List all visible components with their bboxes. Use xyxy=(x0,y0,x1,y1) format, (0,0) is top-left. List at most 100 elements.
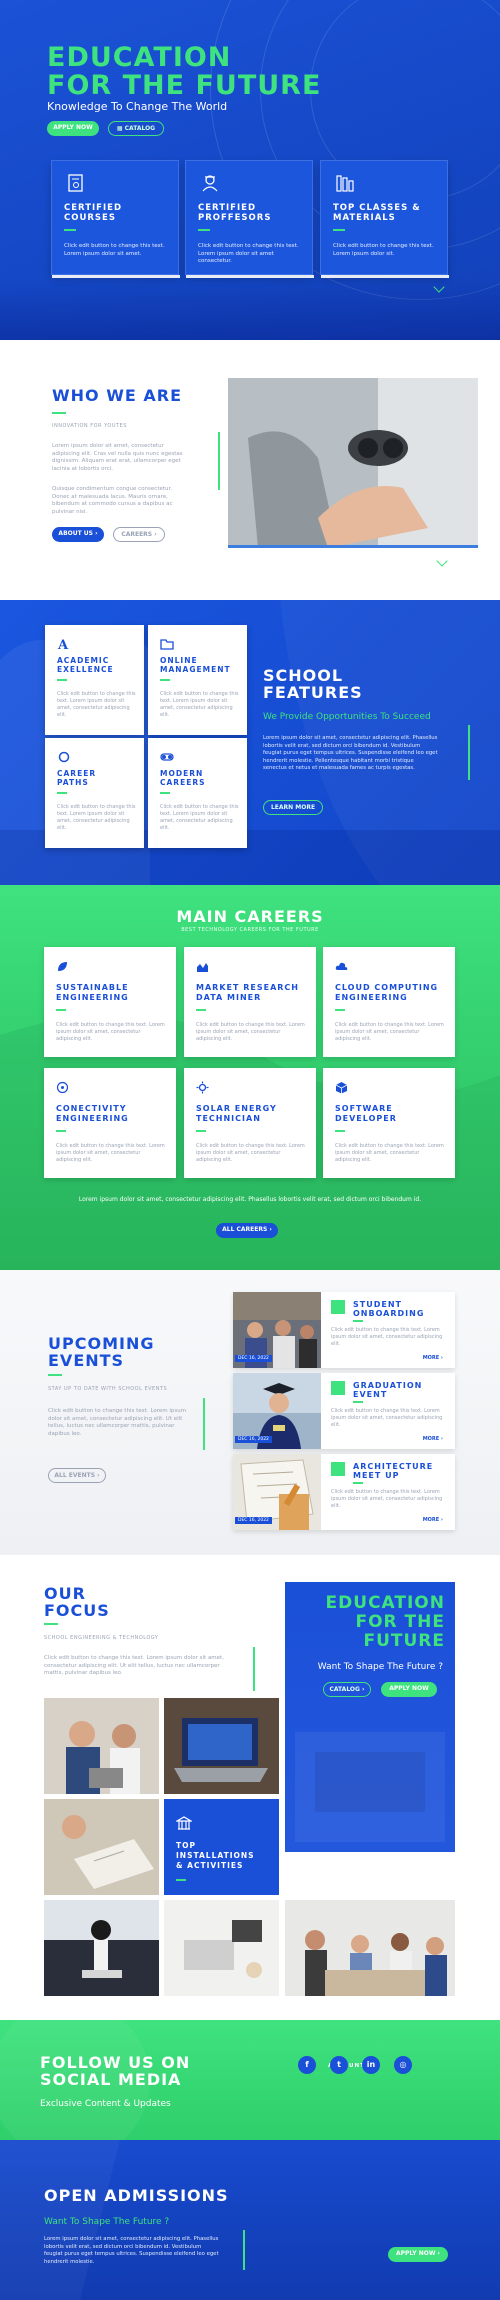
follow-us-section: FOLLOW US ON SOCIAL MEDIA Exclusive Conte… xyxy=(0,2020,500,2140)
hero-card-title: CERTIFIED PROFFESORS xyxy=(198,203,272,223)
sun-icon xyxy=(196,1081,209,1094)
accent-bar xyxy=(353,1482,363,1484)
chevron-down-icon[interactable] xyxy=(436,555,448,567)
accent-bar xyxy=(56,1009,66,1011)
career-card-sustainable[interactable]: SUSTAINABLE ENGINEERING Click edit button… xyxy=(44,947,176,1057)
careers-title: MAIN CAREERS xyxy=(176,907,324,926)
hero-card-desc: Click edit button to change this text. Lo… xyxy=(333,243,434,257)
event-card-architecture[interactable]: DEC 16, 2022 ARCHITECTURE MEET UP Click e… xyxy=(233,1454,455,1530)
our-focus-section: OUR FOCUS SCHOOL ENGINEERING & TECHNOLOGY… xyxy=(0,1555,500,2020)
event-desc: Click edit button to change this text. L… xyxy=(331,1489,443,1509)
admissions-description: Lorem ipsum dolor sit amet, consectetur … xyxy=(44,2236,219,2265)
career-card-cloud[interactable]: CLOUD COMPUTING ENGINEERING Click edit bu… xyxy=(323,947,455,1057)
twitter-icon[interactable]: t xyxy=(330,2056,348,2074)
event-more-link[interactable]: MORE › xyxy=(423,1355,443,1361)
apply-now-button[interactable]: APPLY NOW xyxy=(47,121,99,136)
focus-title: OUR FOCUS xyxy=(44,1584,110,1620)
accent-bar xyxy=(333,229,345,231)
focus-photo-students-laptop xyxy=(44,1698,159,1794)
event-desc: Click edit button to change this text. L… xyxy=(331,1327,443,1347)
feature-card-desc: Click edit button to change this text. L… xyxy=(57,804,136,831)
who-title: WHO WE ARE xyxy=(52,386,182,405)
hero-subtitle: Knowledge To Change The World xyxy=(47,100,228,113)
event-card-onboarding[interactable]: DEC 16, 2022 STUDENT ONBOARDING Click edi… xyxy=(233,1292,455,1368)
accent-bar xyxy=(353,1320,363,1322)
focus-photo-microscope xyxy=(44,1900,159,1996)
all-events-button[interactable]: ALL EVENTS › xyxy=(48,1468,106,1483)
divider-line xyxy=(218,432,220,490)
hero-title: EDUCATION FOR THE FUTURE xyxy=(47,44,321,100)
hero-card-title: CERTIFIED COURSES xyxy=(64,203,122,223)
installations-title: TOP INSTALLATIONS & ACTIVITIES xyxy=(176,1841,255,1870)
career-card-solar[interactable]: SOLAR ENERGY TECHNICIAN Click edit button… xyxy=(184,1068,316,1178)
catalog-button[interactable]: ▦ CATALOG xyxy=(108,121,164,136)
about-us-button[interactable]: ABOUT US › xyxy=(52,527,104,542)
divider-line xyxy=(243,2230,245,2270)
event-more-link[interactable]: MORE › xyxy=(423,1436,443,1442)
accent-bar xyxy=(176,1879,186,1881)
career-card-title: SOFTWARE DEVELOPER xyxy=(335,1104,397,1123)
hero-card-professors[interactable]: CERTIFIED PROFFESORS Click edit button to… xyxy=(185,160,314,278)
card-underline xyxy=(321,275,449,278)
accent-bar xyxy=(160,679,170,681)
toggle-icon xyxy=(160,753,174,761)
divider-line xyxy=(203,1398,205,1450)
promo-catalog-button[interactable]: CATALOG › xyxy=(323,1682,371,1697)
calendar-icon xyxy=(331,1300,345,1314)
learn-more-button[interactable]: LEARN MORE xyxy=(263,800,323,815)
career-card-desc: Click edit button to change this text. L… xyxy=(56,1022,165,1042)
instagram-icon[interactable]: ◎ xyxy=(394,2056,412,2074)
divider-line xyxy=(468,725,470,780)
hero-card-desc: Click edit button to change this text. Lo… xyxy=(198,243,299,264)
focus-photo-desk xyxy=(164,1900,279,1996)
cube-icon xyxy=(335,1082,348,1094)
feature-card-title: CAREER PATHS xyxy=(57,769,97,787)
linkedin-icon[interactable]: in xyxy=(362,2056,380,2074)
accent-bar xyxy=(160,792,170,794)
career-card-title: CLOUD COMPUTING ENGINEERING xyxy=(335,983,439,1002)
open-admissions-section: OPEN ADMISSIONS Want To Shape The Future… xyxy=(0,2140,500,2300)
career-card-desc: Click edit button to change this text. L… xyxy=(335,1143,444,1163)
careers-button[interactable]: CAREERS › xyxy=(113,527,165,542)
accent-bar xyxy=(198,229,210,231)
feature-card-title: ACADEMIC EXELLENCE xyxy=(57,656,114,674)
accent-bar xyxy=(64,229,76,231)
career-card-software[interactable]: SOFTWARE DEVELOPER Click edit button to c… xyxy=(323,1068,455,1178)
event-more-link[interactable]: MORE › xyxy=(423,1517,443,1523)
professor-icon xyxy=(202,175,218,192)
feature-card-academic[interactable]: A ACADEMIC EXELLENCE Click edit button to… xyxy=(45,625,144,735)
folder-icon xyxy=(160,639,174,650)
focus-photo-reading xyxy=(44,1799,159,1895)
accent-bar xyxy=(52,412,66,414)
feature-card-online[interactable]: ONLINE MANAGEMENT Click edit button to ch… xyxy=(148,625,247,735)
hero-card-courses[interactable]: CERTIFIED COURSES Click edit button to ch… xyxy=(51,160,180,278)
career-card-market-research[interactable]: MARKET RESEARCH DATA MINER Click edit but… xyxy=(184,947,316,1057)
admissions-apply-button[interactable]: APPLY NOW › xyxy=(388,2247,448,2262)
leaf-icon xyxy=(58,962,67,971)
career-card-conectivity[interactable]: CONECTIVITY ENGINEERING Click edit button… xyxy=(44,1068,176,1178)
feature-card-career-paths[interactable]: CAREER PATHS Click edit button to change … xyxy=(45,738,144,848)
accent-bar xyxy=(57,679,67,681)
event-card-graduation[interactable]: DEC 16, 2022 GRADUATION EVENT Click edit … xyxy=(233,1373,455,1449)
feature-card-desc: Click edit button to change this text. L… xyxy=(57,691,136,718)
hero-card-desc: Click edit button to change this text. Lo… xyxy=(64,243,165,257)
focus-tile-installations[interactable]: TOP INSTALLATIONS & ACTIVITIES xyxy=(164,1799,279,1895)
event-date: DEC 16, 2022 xyxy=(235,1355,272,1362)
svg-text:A: A xyxy=(57,638,69,651)
features-subtitle: We Provide Opportunities To Succeed xyxy=(263,712,431,722)
hero-section: EDUCATION FOR THE FUTURE Knowledge To Ch… xyxy=(0,0,500,340)
calendar-icon xyxy=(331,1462,345,1476)
hero-card-classes[interactable]: TOP CLASSES & MATERIALS Click edit button… xyxy=(320,160,449,278)
accent-bar xyxy=(335,1009,345,1011)
promo-apply-button[interactable]: APPLY NOW xyxy=(381,1682,437,1697)
career-card-desc: Click edit button to change this text. L… xyxy=(335,1022,444,1042)
facebook-icon[interactable]: f xyxy=(298,2056,316,2074)
features-title: SCHOOL FEATURES xyxy=(263,666,363,702)
accent-bar xyxy=(44,1623,58,1625)
admissions-title: OPEN ADMISSIONS xyxy=(44,2186,229,2205)
all-careers-button[interactable]: ALL CAREERS › xyxy=(216,1223,278,1238)
who-tagline: INNOVATION FOR YOUTES xyxy=(52,423,127,429)
focus-promo-panel: EDUCATION FOR THE FUTURE Want To Shape The… xyxy=(285,1582,455,1852)
feature-card-modern-careers[interactable]: MODERN CAREERS Click edit button to chang… xyxy=(148,738,247,848)
event-title: GRADUATION EVENT xyxy=(353,1381,423,1399)
